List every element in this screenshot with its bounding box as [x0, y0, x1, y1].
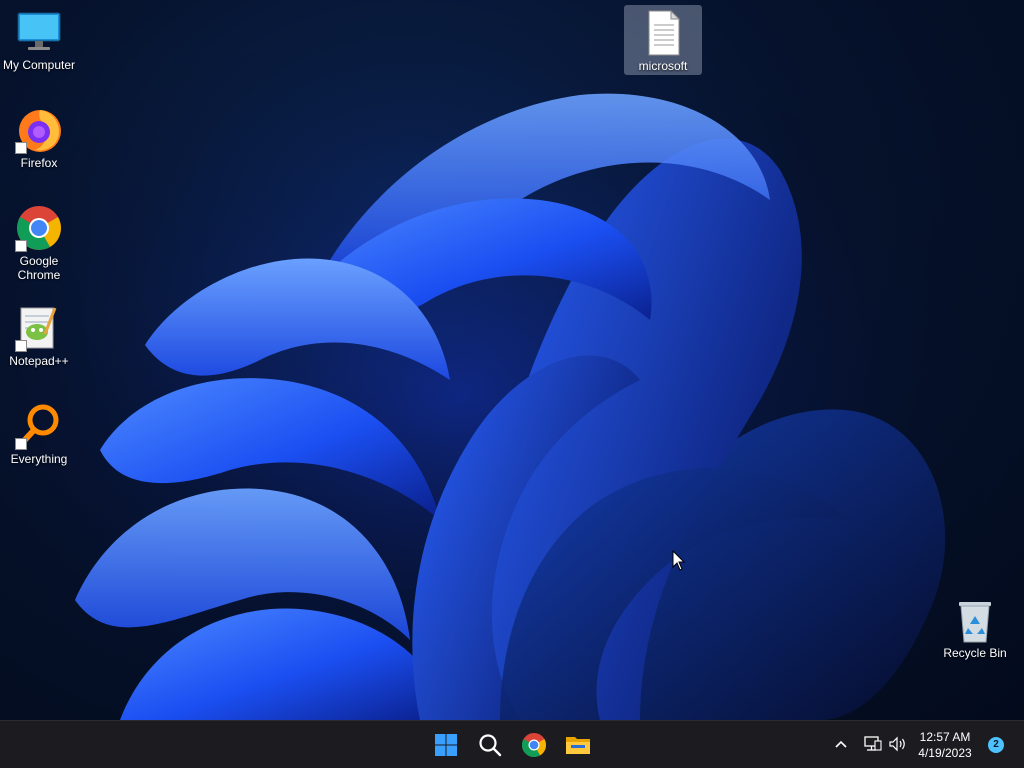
- shortcut-arrow-icon: [15, 142, 27, 154]
- shortcut-arrow-icon: [15, 340, 27, 352]
- desktop-icon-label: Recycle Bin: [943, 646, 1007, 660]
- network-button[interactable]: [862, 735, 882, 758]
- taskbar-chrome-button[interactable]: [514, 725, 554, 765]
- clock-time: 12:57 AM: [919, 730, 971, 744]
- mouse-cursor-icon: [672, 550, 686, 571]
- desktop-icon-my-computer[interactable]: My Computer: [0, 4, 78, 74]
- desktop-icon-label: microsoft: [638, 59, 688, 73]
- file-explorer-button[interactable]: [558, 725, 598, 765]
- notepadpp-icon: [15, 304, 63, 352]
- taskbar: 12:57 AM 4/19/2023 2: [0, 720, 1024, 768]
- notification-badge[interactable]: 2: [988, 737, 1004, 753]
- search-icon: [479, 734, 502, 757]
- shortcut-arrow-icon: [15, 438, 27, 450]
- text-document-icon: [639, 9, 687, 57]
- desktop-icon-recycle-bin[interactable]: Recycle Bin: [936, 592, 1014, 662]
- taskbar-clock[interactable]: 12:57 AM 4/19/2023: [910, 729, 980, 761]
- windows-start-icon: [435, 734, 457, 756]
- desktop-icon-label: Google Chrome: [17, 254, 61, 282]
- chrome-icon: [521, 733, 547, 758]
- desktop[interactable]: My Computer Firefox Google Chrome Notepa…: [0, 0, 1024, 720]
- volume-button[interactable]: [888, 735, 908, 758]
- everything-search-icon: [15, 402, 63, 450]
- desktop-icon-microsoft-file[interactable]: microsoft: [624, 5, 702, 75]
- desktop-icon-firefox[interactable]: Firefox: [0, 102, 78, 172]
- network-icon: [864, 736, 882, 751]
- desktop-icon-google-chrome[interactable]: Google Chrome: [0, 200, 78, 284]
- folder-icon: [566, 737, 590, 754]
- search-button[interactable]: [470, 725, 510, 765]
- desktop-icon-label: Everything: [10, 452, 68, 466]
- desktop-icon-notepadpp[interactable]: Notepad++: [0, 300, 78, 370]
- desktop-icon-everything[interactable]: Everything: [0, 398, 78, 468]
- show-hidden-icons-button[interactable]: [832, 735, 850, 758]
- start-button[interactable]: [426, 725, 466, 765]
- recycle-bin-icon: [951, 596, 999, 644]
- chrome-icon: [15, 204, 63, 252]
- firefox-icon: [15, 106, 63, 154]
- clock-date: 4/19/2023: [918, 746, 972, 760]
- shortcut-arrow-icon: [15, 240, 27, 252]
- desktop-icon-label: Notepad++: [9, 354, 69, 368]
- desktop-icon-label: Firefox: [20, 156, 58, 170]
- volume-icon: [889, 736, 905, 752]
- monitor-icon: [15, 8, 63, 56]
- bloom-wallpaper: [0, 0, 1024, 720]
- desktop-icon-label: My Computer: [2, 58, 76, 72]
- chevron-up-icon: [835, 740, 847, 748]
